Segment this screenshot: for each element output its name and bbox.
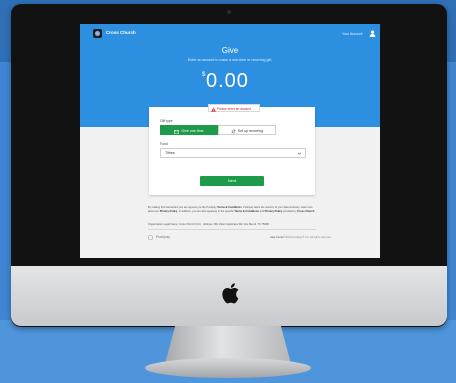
pushpay-logo-icon	[148, 235, 153, 240]
amount-input[interactable]: 0.00	[206, 70, 266, 93]
monitor-foot	[145, 358, 311, 378]
set-up-recurring-button[interactable]: Set up recurring	[218, 125, 276, 135]
legal-text: By making this transaction you are agree…	[148, 206, 316, 213]
account-link[interactable]: Your Account	[342, 32, 363, 36]
fund-value: Tithes	[165, 151, 175, 155]
org-terms-link[interactable]: Terms & Conditions	[234, 210, 258, 213]
camera	[227, 10, 231, 14]
org-privacy-link[interactable]: Privacy Policy	[265, 210, 283, 213]
privacy-link[interactable]: Privacy Policy	[160, 210, 178, 213]
copyright: ©2014 Pushpay® Ltd. All rights reserved.	[284, 236, 332, 239]
chevron-down-icon	[297, 152, 302, 155]
church-logo[interactable]	[93, 29, 102, 38]
legal-text-3: . In addition, you are also agreeing to …	[177, 209, 234, 213]
org-link[interactable]: Cross Church	[297, 210, 314, 213]
legal-text-5: provided by	[283, 209, 297, 213]
next-button[interactable]: Next	[200, 176, 264, 186]
help-center-link[interactable]: Help Center	[270, 236, 284, 239]
amount-error-tooltip: Please enter an amount	[208, 104, 260, 112]
top-bar: Cross Church Your Account	[80, 24, 380, 46]
give-one-time-button[interactable]: Give one time	[160, 125, 218, 135]
footer-divider	[148, 229, 316, 230]
recurring-icon	[231, 129, 235, 133]
legal-text-4: and	[259, 209, 264, 213]
terms-link[interactable]: Terms & Conditions	[217, 206, 241, 209]
brand-name[interactable]: Cross Church	[106, 30, 136, 35]
screen: Cross Church Your Account Give Enter an …	[80, 24, 380, 258]
currency-symbol: $	[202, 72, 206, 78]
footer-brand: Pushpay	[156, 235, 170, 239]
user-icon[interactable]	[369, 30, 376, 37]
gift-icon	[174, 129, 180, 134]
page-subtitle: Enter an amount to make a one-time or re…	[187, 58, 273, 62]
organization-info: Organization Legal Name: Cross Church (C…	[148, 223, 269, 226]
set-up-recurring-label: Set up recurring	[237, 129, 264, 133]
warning-icon	[211, 106, 216, 112]
page-title: Give	[221, 46, 239, 55]
gift-type-label: Gift type	[160, 119, 173, 123]
legal-text-1: By making this transaction you are agree…	[148, 206, 217, 209]
fund-select[interactable]: Tithes	[160, 148, 306, 158]
error-message: Please enter an amount	[217, 107, 251, 111]
give-one-time-label: Give one time	[181, 129, 204, 133]
fund-label: Fund	[160, 142, 168, 146]
apple-logo-icon	[222, 283, 239, 304]
